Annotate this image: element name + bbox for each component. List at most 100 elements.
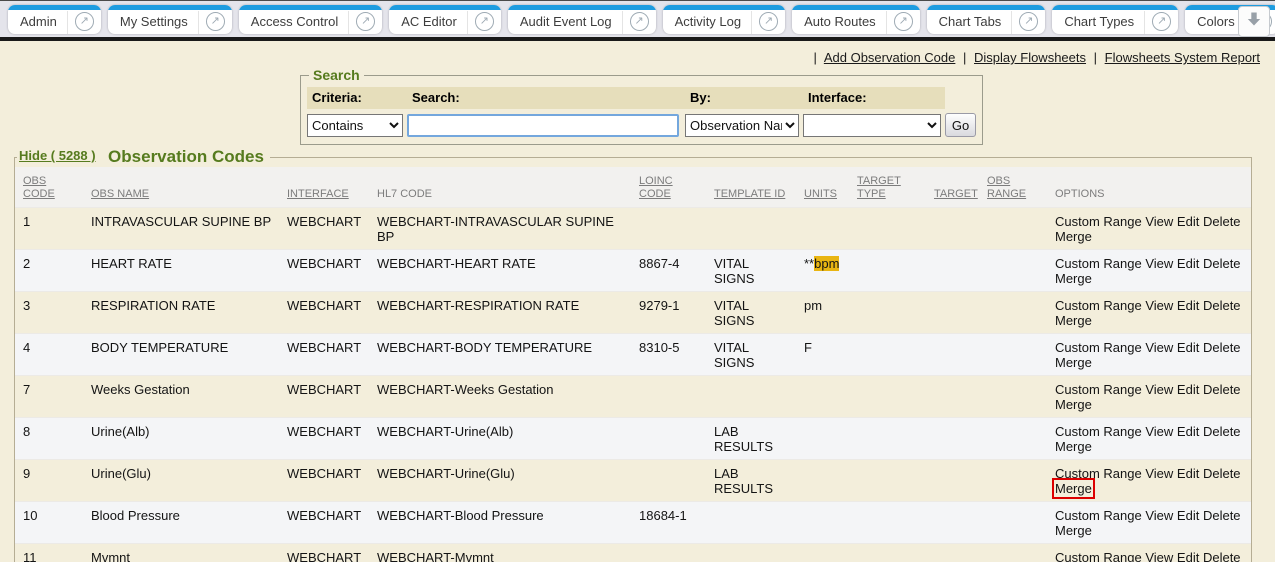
column-header-label[interactable]: OBS CODE <box>23 175 55 200</box>
open-in-new-icon[interactable]: ↗ <box>475 12 494 31</box>
cell-loinc-code <box>631 459 706 501</box>
tab-audit-event-log[interactable]: Audit Event Log ↗ <box>508 5 656 34</box>
cell-options: Custom Range View Edit Delete Merge <box>1047 333 1251 375</box>
option-merge-link[interactable]: Merge <box>1055 481 1092 496</box>
column-header-label: HL7 CODE <box>377 188 432 200</box>
option-merge-link[interactable]: Merge <box>1055 439 1092 454</box>
option-edit-link[interactable]: Edit <box>1177 382 1199 397</box>
tab-auto-routes[interactable]: Auto Routes ↗ <box>792 5 920 34</box>
option-merge-link[interactable]: Merge <box>1055 313 1092 328</box>
column-header-label[interactable]: TEMPLATE ID <box>714 188 785 200</box>
option-view-link[interactable]: View <box>1145 424 1173 439</box>
open-in-new-icon[interactable]: ↗ <box>75 12 94 31</box>
interface-select[interactable] <box>803 114 941 137</box>
option-custom-range-link[interactable]: Custom Range <box>1055 214 1142 229</box>
option-view-link[interactable]: View <box>1145 256 1173 271</box>
open-in-new-icon[interactable]: ↗ <box>759 12 778 31</box>
open-in-new-icon[interactable]: ↗ <box>894 12 913 31</box>
tab-access-control[interactable]: Access Control ↗ <box>239 5 382 34</box>
option-view-link[interactable]: View <box>1145 298 1173 313</box>
option-custom-range-link[interactable]: Custom Range <box>1055 466 1142 481</box>
criteria-label: Criteria: <box>307 87 407 109</box>
table-row: 3 RESPIRATION RATE WEBCHART WEBCHART-RES… <box>15 291 1251 333</box>
flowsheets-system-report-link[interactable]: Flowsheets System Report <box>1105 50 1260 65</box>
search-input[interactable] <box>407 114 679 137</box>
column-header-units[interactable]: UNITS <box>796 167 849 207</box>
option-edit-link[interactable]: Edit <box>1177 214 1199 229</box>
column-header-template-id[interactable]: TEMPLATE ID <box>706 167 796 207</box>
option-view-link[interactable]: View <box>1145 214 1173 229</box>
option-delete-link[interactable]: Delete <box>1203 298 1241 313</box>
option-edit-link[interactable]: Edit <box>1177 298 1199 313</box>
option-delete-link[interactable]: Delete <box>1203 256 1241 271</box>
search-by-select[interactable]: Observation Name <box>685 114 799 137</box>
option-edit-link[interactable]: Edit <box>1177 466 1199 481</box>
option-delete-link[interactable]: Delete <box>1203 340 1241 355</box>
hide-count-link[interactable]: Hide ( 5288 ) <box>19 148 96 163</box>
option-custom-range-link[interactable]: Custom Range <box>1055 298 1142 313</box>
option-custom-range-link[interactable]: Custom Range <box>1055 550 1142 562</box>
column-header-label[interactable]: OBS NAME <box>91 188 149 200</box>
option-edit-link[interactable]: Edit <box>1177 508 1199 523</box>
option-edit-link[interactable]: Edit <box>1177 550 1199 562</box>
column-header-loinc-code[interactable]: LOINC CODE <box>631 167 706 207</box>
go-button[interactable]: Go <box>945 113 976 137</box>
option-custom-range-link[interactable]: Custom Range <box>1055 340 1142 355</box>
tab-divider <box>1011 11 1012 34</box>
open-in-new-icon[interactable]: ↗ <box>1019 12 1038 31</box>
column-header-target[interactable]: TARGET <box>926 167 979 207</box>
column-header-label[interactable]: INTERFACE <box>287 188 349 200</box>
option-merge-link[interactable]: Merge <box>1055 397 1092 412</box>
tab-chart-types[interactable]: Chart Types ↗ <box>1052 5 1178 34</box>
column-header-obs-name[interactable]: OBS NAME <box>83 167 279 207</box>
tab-chart-tabs[interactable]: Chart Tabs ↗ <box>927 5 1046 34</box>
column-header-label[interactable]: TARGET <box>934 188 978 200</box>
option-custom-range-link[interactable]: Custom Range <box>1055 382 1142 397</box>
open-in-new-icon[interactable]: ↗ <box>206 12 225 31</box>
cell-obs-name: INTRAVASCULAR SUPINE BP <box>83 207 279 249</box>
option-edit-link[interactable]: Edit <box>1177 256 1199 271</box>
column-header-label[interactable]: OBS RANGE <box>987 175 1026 200</box>
option-view-link[interactable]: View <box>1145 550 1173 562</box>
cell-units <box>796 459 849 501</box>
tab-activity-log[interactable]: Activity Log ↗ <box>663 5 785 34</box>
open-in-new-icon[interactable]: ↗ <box>356 12 375 31</box>
option-delete-link[interactable]: Delete <box>1203 466 1241 481</box>
tab-admin[interactable]: Admin ↗ <box>8 5 101 34</box>
column-header-interface[interactable]: INTERFACE <box>279 167 369 207</box>
option-view-link[interactable]: View <box>1145 382 1173 397</box>
option-delete-link[interactable]: Delete <box>1203 214 1241 229</box>
option-edit-link[interactable]: Edit <box>1177 424 1199 439</box>
display-flowsheets-link[interactable]: Display Flowsheets <box>974 50 1086 65</box>
option-custom-range-link[interactable]: Custom Range <box>1055 256 1142 271</box>
column-header-obs-range[interactable]: OBS RANGE <box>979 167 1047 207</box>
option-custom-range-link[interactable]: Custom Range <box>1055 424 1142 439</box>
option-merge-link[interactable]: Merge <box>1055 355 1092 370</box>
column-header-target-type[interactable]: TARGET TYPE <box>849 167 926 207</box>
option-merge-link[interactable]: Merge <box>1055 523 1092 538</box>
option-merge-link[interactable]: Merge <box>1055 229 1092 244</box>
tab-my-settings[interactable]: My Settings ↗ <box>108 5 232 34</box>
option-delete-link[interactable]: Delete <box>1203 508 1241 523</box>
option-delete-link[interactable]: Delete <box>1203 550 1241 562</box>
option-view-link[interactable]: View <box>1145 466 1173 481</box>
column-header-label[interactable]: LOINC CODE <box>639 175 673 200</box>
option-edit-link[interactable]: Edit <box>1177 340 1199 355</box>
add-observation-code-link[interactable]: Add Observation Code <box>824 50 956 65</box>
option-delete-link[interactable]: Delete <box>1203 424 1241 439</box>
tab-overflow-button[interactable] <box>1238 6 1270 37</box>
option-delete-link[interactable]: Delete <box>1203 382 1241 397</box>
criteria-select[interactable]: Contains <box>307 114 403 137</box>
tab-label: Audit Event Log <box>508 10 622 29</box>
observation-codes-table: OBS CODE OBS NAME INTERFACE HL7 CODE LOINC C… <box>15 167 1251 562</box>
open-in-new-icon[interactable]: ↗ <box>1152 12 1171 31</box>
column-header-label[interactable]: UNITS <box>804 188 837 200</box>
option-view-link[interactable]: View <box>1145 340 1173 355</box>
option-merge-link[interactable]: Merge <box>1055 271 1092 286</box>
option-custom-range-link[interactable]: Custom Range <box>1055 508 1142 523</box>
option-view-link[interactable]: View <box>1145 508 1173 523</box>
column-header-obs-code[interactable]: OBS CODE <box>15 167 83 207</box>
open-in-new-icon[interactable]: ↗ <box>630 12 649 31</box>
tab-ac-editor[interactable]: AC Editor ↗ <box>389 5 501 34</box>
column-header-label[interactable]: TARGET TYPE <box>857 175 901 200</box>
